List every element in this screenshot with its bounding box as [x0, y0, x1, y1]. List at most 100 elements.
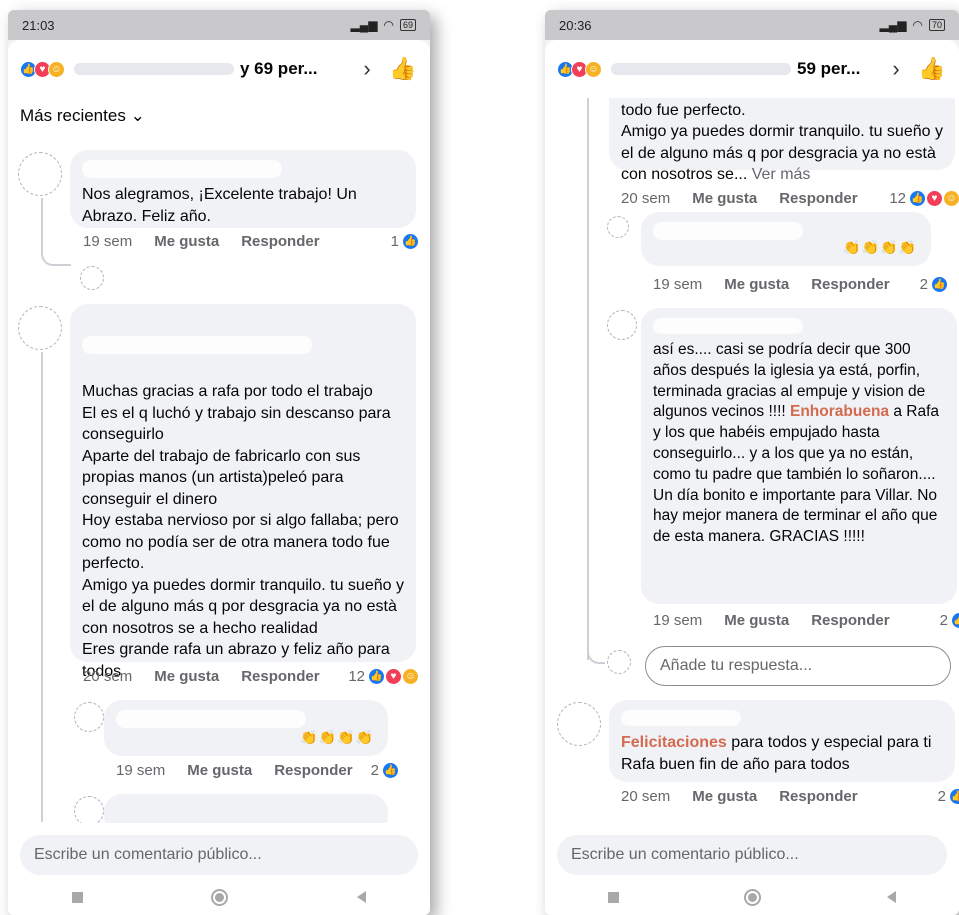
avatar[interactable]	[74, 796, 104, 826]
love-reaction-icon: ♥	[926, 190, 943, 207]
home-icon[interactable]	[211, 888, 229, 906]
reply-actions: 19 sem Me gusta Responder 2 👍	[653, 276, 948, 293]
like-reaction-icon: 👍	[402, 233, 419, 250]
wifi-icon: ◠	[383, 18, 394, 32]
redacted-author[interactable]	[116, 710, 306, 728]
redacted-author[interactable]	[621, 710, 741, 726]
reactions-summary[interactable]: 59 per...	[611, 59, 875, 79]
reply-button[interactable]: Responder	[779, 190, 857, 207]
status-time: 20:36	[559, 17, 592, 33]
reply-button[interactable]: Responder	[811, 276, 889, 293]
clapping-hands-icon: 👏👏👏👏	[843, 238, 917, 255]
care-reaction-icon: ☺	[585, 60, 602, 78]
reply-button[interactable]: Responder	[241, 668, 319, 685]
thread-line	[41, 198, 71, 266]
signal-icon: ▂▄▆	[879, 18, 907, 32]
like-button[interactable]: Me gusta	[154, 668, 219, 685]
battery-icon: 70	[928, 19, 945, 31]
reaction-count[interactable]: 12 👍 ♥ ☺	[889, 190, 959, 207]
avatar[interactable]	[74, 702, 104, 732]
reactions-header: 👍 ♥ ☺ y 69 per... › 👍	[8, 40, 430, 98]
reaction-count[interactable]: 2 👍	[371, 762, 399, 779]
avatar[interactable]	[18, 152, 62, 196]
reply-bubble: 👏👏👏👏	[641, 212, 931, 266]
reply-actions: 19 sem Me gusta Responder 2 👍	[653, 612, 959, 629]
redacted-author[interactable]	[82, 335, 312, 354]
thread-line	[587, 80, 589, 660]
care-reaction-icon: ☺	[402, 668, 419, 685]
care-reaction-icon: ☺	[943, 190, 959, 207]
avatar[interactable]	[607, 216, 629, 238]
love-reaction-icon: ♥	[385, 668, 402, 685]
reaction-count[interactable]: 12 👍 ♥ ☺	[348, 668, 419, 685]
see-more-link[interactable]: Ver más	[752, 166, 811, 183]
reaction-icons[interactable]: 👍 ♥ ☺	[557, 60, 602, 78]
reactions-header: 👍 ♥ ☺ 59 per... › 👍	[545, 40, 959, 98]
avatar[interactable]	[80, 266, 104, 290]
comment-bubble: Muchas gracias a rafa por todo el trabaj…	[70, 304, 416, 680]
status-time: 21:03	[22, 17, 55, 33]
home-icon[interactable]	[744, 888, 762, 906]
comments-screen: 👍 ♥ ☺ y 69 per... › 👍 Más recientes ⌄ No…	[8, 40, 430, 915]
reply-input[interactable]: Añade tu respuesta...	[645, 646, 951, 686]
reply-bubble: 👏👏👏👏	[104, 700, 388, 756]
bottom-bar: Escribe un comentario público...	[545, 823, 959, 915]
comments-screen: 👍 ♥ ☺ 59 per... › 👍 todo fue perfecto. A…	[545, 40, 959, 915]
reply-button[interactable]: Responder	[241, 233, 319, 250]
sort-dropdown[interactable]: Más recientes ⌄	[20, 106, 145, 126]
like-button[interactable]: Me gusta	[724, 612, 789, 629]
left-phone-screenshot: 21:03 ▂▄▆ ◠ 69 👍 ♥ ☺ y 69 per... › 👍 Más…	[8, 10, 430, 915]
android-nav-bar	[545, 879, 959, 915]
comment-actions: 20 sem Me gusta Responder 2 👍	[621, 788, 959, 805]
reply-button[interactable]: Responder	[811, 612, 889, 629]
android-nav-bar	[8, 879, 430, 915]
comment-actions: 20 sem Me gusta Responder 12 👍 ♥ ☺	[621, 190, 959, 207]
chevron-down-icon: ⌄	[130, 106, 145, 125]
redacted-author[interactable]	[82, 160, 282, 178]
recent-apps-icon[interactable]	[607, 891, 619, 903]
avatar[interactable]	[607, 310, 637, 340]
reaction-count[interactable]: 2 👍	[940, 612, 959, 629]
avatar[interactable]	[607, 650, 631, 674]
comment-composer-input[interactable]: Escribe un comentario público...	[20, 835, 418, 875]
reaction-count[interactable]: 2 👍	[920, 276, 948, 293]
thumbs-up-outline-icon[interactable]: 👍	[917, 56, 947, 82]
care-reaction-icon: ☺	[48, 60, 65, 78]
back-icon[interactable]	[356, 891, 366, 903]
reply-button[interactable]: Responder	[779, 788, 857, 805]
redacted-author[interactable]	[653, 222, 803, 240]
like-button[interactable]: Me gusta	[187, 762, 252, 779]
like-button[interactable]: Me gusta	[692, 788, 757, 805]
redacted-author[interactable]	[653, 318, 803, 334]
like-button[interactable]: Me gusta	[154, 233, 219, 250]
like-reaction-icon: 👍	[909, 190, 926, 207]
like-reaction-icon: 👍	[949, 788, 959, 805]
like-reaction-icon: 👍	[368, 668, 385, 685]
comment-bubble: Felicitaciones para todos y especial par…	[609, 700, 955, 782]
avatar[interactable]	[18, 306, 62, 350]
chevron-right-icon[interactable]: ›	[352, 56, 382, 82]
avatar[interactable]	[557, 702, 601, 746]
comment-composer-input[interactable]: Escribe un comentario público...	[557, 835, 947, 875]
thumbs-up-outline-icon[interactable]: 👍	[388, 56, 418, 82]
like-button[interactable]: Me gusta	[692, 190, 757, 207]
thread-line	[587, 630, 605, 664]
reaction-count[interactable]: 2 👍	[938, 788, 959, 805]
like-button[interactable]: Me gusta	[724, 276, 789, 293]
comment-actions: 19 sem Me gusta Responder 1 👍	[83, 233, 419, 250]
reaction-icons[interactable]: 👍 ♥ ☺	[20, 60, 65, 78]
redacted-names	[611, 63, 791, 75]
reply-bubble: así es.... casi se podría decir que 300 …	[641, 308, 957, 604]
status-bar: 20:36 ▂▄▆ ◠ 70	[545, 10, 959, 40]
reply-button[interactable]: Responder	[274, 762, 352, 779]
recent-apps-icon[interactable]	[72, 891, 84, 903]
like-reaction-icon: 👍	[951, 612, 959, 629]
reply-actions: 19 sem Me gusta Responder 2 👍	[116, 762, 399, 779]
chevron-right-icon[interactable]: ›	[881, 56, 911, 82]
reaction-count[interactable]: 1 👍	[391, 233, 419, 250]
reactions-summary[interactable]: y 69 per...	[74, 59, 346, 79]
wifi-icon: ◠	[912, 18, 923, 32]
clapping-hands-icon: 👏👏👏👏	[300, 728, 374, 745]
back-icon[interactable]	[887, 891, 897, 903]
comment-bubble: Nos alegramos, ¡Excelente trabajo! Un Ab…	[70, 150, 416, 228]
